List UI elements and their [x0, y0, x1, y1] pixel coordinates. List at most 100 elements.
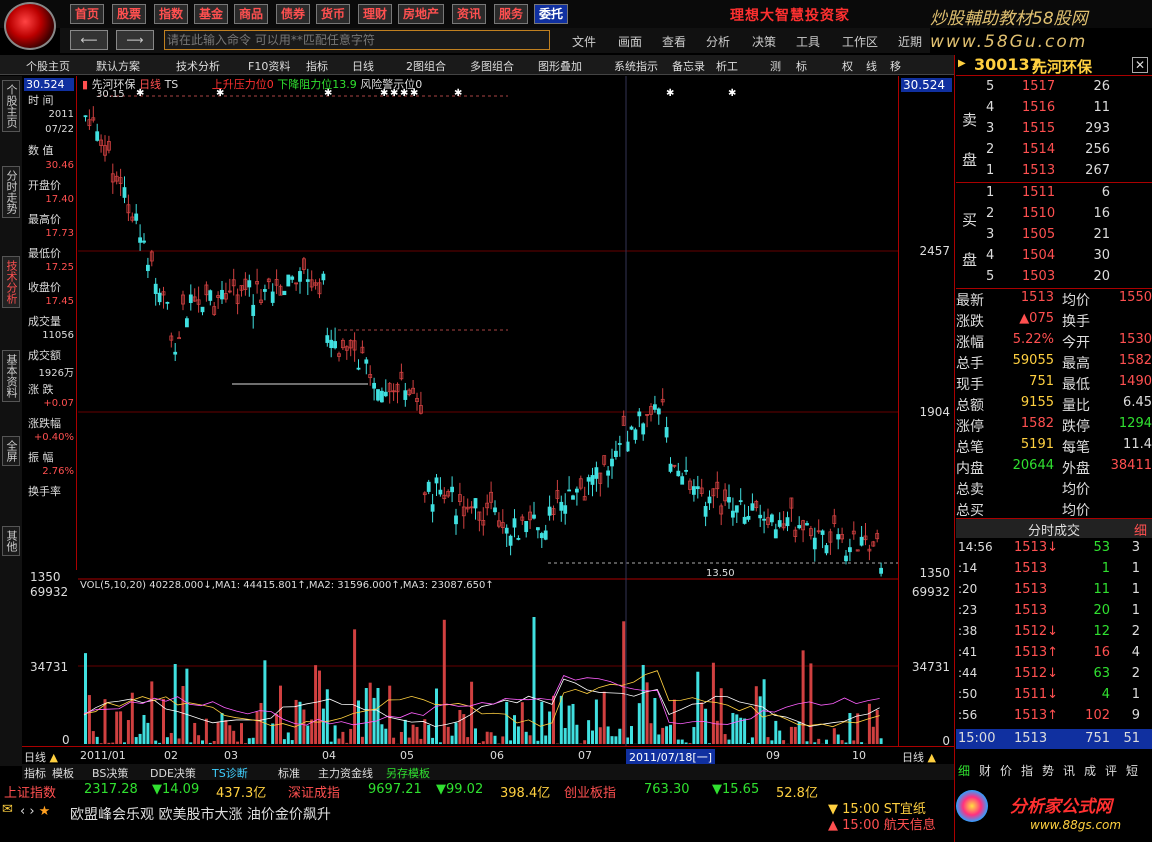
quote-tab-2[interactable]: 财 — [979, 762, 991, 779]
left-tab-4[interactable]: 基本资料 — [2, 350, 20, 402]
top-menu-9[interactable]: 房地产 — [398, 4, 445, 24]
menu-2[interactable]: 画面 — [618, 33, 642, 50]
toolbar-item-5[interactable]: 指标 — [306, 58, 328, 74]
top-menu-4[interactable]: 基金 — [194, 4, 229, 24]
quote-tab-3[interactable]: 价 — [1000, 762, 1012, 779]
toolbar-item-11[interactable]: 备忘录 — [672, 58, 705, 74]
toolbar-item-10[interactable]: 系统指示 — [614, 58, 658, 74]
indicator-tab-7[interactable]: 主力资金线 — [318, 765, 373, 781]
volume-bar — [154, 740, 158, 744]
toolbar-item-12[interactable]: 析工 — [716, 58, 738, 74]
top-menu-6[interactable]: 债券 — [276, 4, 311, 24]
sell-price-2[interactable]: 1516 — [1022, 100, 1055, 115]
menu-3[interactable]: 查看 — [662, 33, 686, 50]
left-tab-1[interactable]: 个股主页 — [2, 80, 20, 132]
toolbar-item-13[interactable]: 测 — [770, 58, 781, 74]
indicator-tab-6[interactable]: 标准 — [278, 765, 300, 781]
buy-price-2[interactable]: 1510 — [1022, 206, 1055, 221]
volume-bar — [532, 617, 536, 744]
volume-bar — [314, 665, 318, 744]
indicator-tab-1[interactable]: 指标 — [24, 765, 46, 781]
quote-tab-4[interactable]: 指 — [1021, 762, 1033, 779]
sell-price-5[interactable]: 1513 — [1022, 163, 1055, 178]
book-divider — [956, 182, 1152, 183]
index-name-3[interactable]: 创业板指 — [564, 782, 616, 801]
indicator-tab-4[interactable]: DDE决策 — [150, 765, 196, 781]
top-menu-11[interactable]: 服务 — [494, 4, 529, 24]
menu-6[interactable]: 工具 — [796, 33, 820, 50]
left-tab-6[interactable]: 其他 — [2, 526, 20, 556]
top-menu-3[interactable]: 指数 — [154, 4, 189, 24]
tick-count-5: 2 — [1131, 624, 1140, 639]
tick-vol-3: 11 — [1093, 582, 1110, 597]
quote-tab-5[interactable]: 势 — [1042, 762, 1054, 779]
period-left[interactable]: 日线 ▲ — [24, 749, 58, 765]
top-menu-7[interactable]: 货币 — [316, 4, 351, 24]
candle-body — [539, 533, 544, 539]
toolbar-item-16[interactable]: 线 — [866, 58, 877, 74]
command-input[interactable]: 请在此输入命令 可以用**匹配任意字符 — [164, 30, 550, 50]
toolbar-item-3[interactable]: 技术分析 — [176, 58, 220, 74]
sell-price-1[interactable]: 1517 — [1022, 79, 1055, 94]
volume-bar — [544, 735, 548, 744]
quote-tab-6[interactable]: 讯 — [1063, 762, 1075, 779]
back-button[interactable]: ⟵ — [70, 30, 108, 50]
alert-2[interactable]: ▲ 15:00 航天信息 — [828, 814, 936, 833]
toolbar-item-1[interactable]: 个股主页 — [26, 58, 70, 74]
quote-arrow-icon[interactable]: ▶ — [958, 58, 966, 69]
quote-tab-7[interactable]: 成 — [1084, 762, 1096, 779]
top-menu-2[interactable]: 股票 — [112, 4, 147, 24]
indicator-tab-5[interactable]: TS诊断 — [212, 765, 248, 781]
buy-price-1[interactable]: 1511 — [1022, 185, 1055, 200]
candle-body — [220, 289, 224, 300]
indicator-tab-3[interactable]: BS决策 — [92, 765, 128, 781]
toolbar-item-4[interactable]: F10资料 — [248, 58, 290, 74]
left-tab-5[interactable]: 全屏 — [2, 436, 20, 466]
quote-tab-9[interactable]: 短 — [1126, 762, 1138, 779]
volume-bar — [852, 740, 856, 744]
indicator-tab-8[interactable]: 另存模板 — [386, 765, 430, 781]
quote-tab-1[interactable]: 细 — [958, 762, 970, 779]
left-tab-2[interactable]: 分时走势 — [2, 166, 20, 218]
buy-price-3[interactable]: 1505 — [1022, 227, 1055, 242]
app-logo-icon[interactable] — [4, 2, 56, 50]
buy-price-4[interactable]: 1504 — [1022, 248, 1055, 263]
toolbar-item-15[interactable]: 权 — [842, 58, 853, 74]
toolbar-item-9[interactable]: 图形叠加 — [538, 58, 582, 74]
sell-price-4[interactable]: 1514 — [1022, 142, 1055, 157]
top-menu-10[interactable]: 资讯 — [452, 4, 487, 24]
menu-4[interactable]: 分析 — [706, 33, 730, 50]
top-menu-8[interactable]: 理财 — [358, 4, 393, 24]
toolbar-item-7[interactable]: 2图组合 — [406, 58, 446, 74]
index-name-1[interactable]: 上证指数 — [4, 782, 56, 801]
forward-button[interactable]: ⟶ — [116, 30, 154, 50]
toolbar-item-2[interactable]: 默认方案 — [96, 58, 140, 74]
news-prev-next[interactable]: ‹ › ★ — [20, 804, 50, 819]
close-icon[interactable]: ✕ — [1132, 57, 1148, 73]
tick-time-3: :20 — [958, 582, 978, 596]
menu-5[interactable]: 决策 — [752, 33, 776, 50]
left-tab-3[interactable]: 技术分析 — [2, 256, 20, 308]
top-menu-1[interactable]: 首页 — [70, 4, 105, 24]
mail-icon[interactable]: ✉ — [2, 802, 13, 817]
tick-detail-button[interactable]: 细 — [1134, 520, 1147, 539]
top-menu-5[interactable]: 商品 — [234, 4, 269, 24]
quote-tab-8[interactable]: 评 — [1105, 762, 1117, 779]
menu-1[interactable]: 文件 — [572, 33, 596, 50]
toolbar-item-17[interactable]: 移 — [890, 58, 901, 74]
volume-bar — [216, 722, 220, 744]
menu-8[interactable]: 近期 — [898, 33, 922, 50]
menu-7[interactable]: 工作区 — [842, 33, 878, 50]
indicator-tab-2[interactable]: 模板 — [52, 765, 74, 781]
toolbar-item-8[interactable]: 多图组合 — [470, 58, 514, 74]
top-menu-12[interactable]: 委托 — [534, 4, 569, 24]
candlestick-chart[interactable]: ✱ ✱ ✱ ✱ ✱ ✱ ✱ ✱ ✱ ✱ — [78, 76, 898, 746]
index-name-2[interactable]: 深证成指 — [288, 782, 340, 801]
sell-price-3[interactable]: 1515 — [1022, 121, 1055, 136]
toolbar-item-14[interactable]: 标 — [796, 58, 807, 74]
buy-price-5[interactable]: 1503 — [1022, 269, 1055, 284]
toolbar-item-6[interactable]: 日线 — [352, 58, 374, 74]
buy-qty-5: 20 — [1093, 269, 1110, 284]
news-headline[interactable]: 欧盟峰会乐观 欧美股市大涨 油价金价飙升 — [70, 804, 331, 824]
period-right[interactable]: 日线 ▲ — [902, 749, 936, 765]
